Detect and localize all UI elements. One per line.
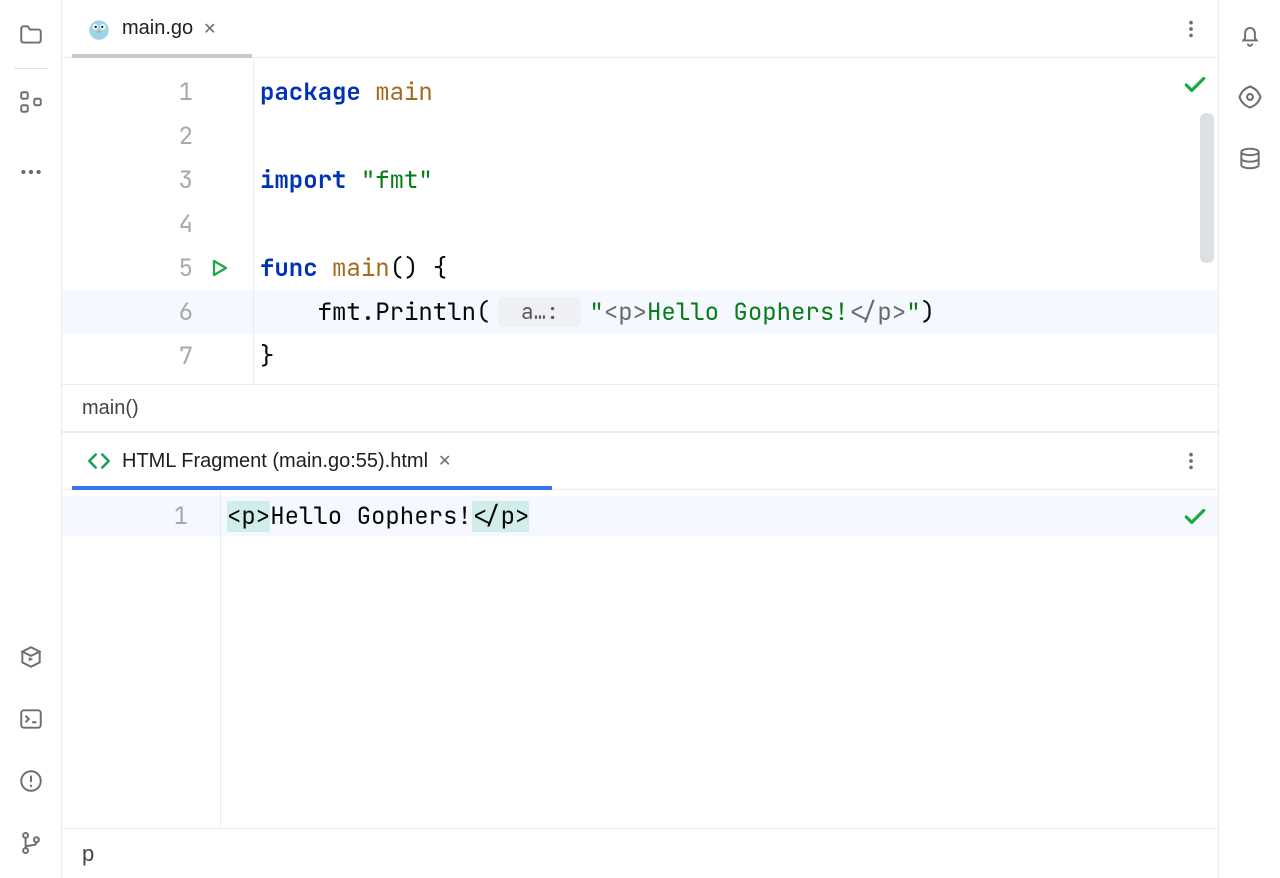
scrollbar[interactable] — [1200, 113, 1214, 263]
parameter-hint: a…: — [498, 297, 581, 327]
more-horizontal-icon[interactable] — [14, 155, 48, 189]
close-icon[interactable]: ✕ — [203, 19, 216, 39]
line-number: 4 — [62, 202, 253, 246]
run-gutter-icon[interactable] — [207, 246, 231, 290]
gutter: 1 — [62, 490, 221, 828]
code-area[interactable]: <p>Hello Gophers!</p> — [221, 490, 1218, 828]
problems-icon[interactable] — [14, 764, 48, 798]
close-icon[interactable]: ✕ — [438, 451, 451, 471]
html-fragment-icon — [86, 448, 112, 474]
top-tab-bar: main.go ✕ — [62, 0, 1218, 58]
inspection-check-icon[interactable] — [1182, 504, 1208, 530]
code-line[interactable]: import "fmt" — [260, 158, 433, 202]
tab-label: main.go — [122, 17, 193, 40]
tab-more-vertical-icon[interactable] — [1174, 444, 1208, 478]
database-icon[interactable] — [1233, 142, 1267, 176]
line-number: 6 — [62, 290, 253, 334]
code-area[interactable]: package main import "fmt" func main() { fm… — [254, 58, 1218, 384]
breadcrumb[interactable]: main() — [62, 384, 1218, 432]
bottom-tab-bar: HTML Fragment (main.go:55).html ✕ — [62, 432, 1218, 490]
project-folder-icon[interactable] — [14, 18, 48, 52]
line-number: 1 — [62, 70, 253, 114]
vcs-branch-icon[interactable] — [14, 826, 48, 860]
line-number: 7 — [62, 334, 253, 378]
right-tool-strip — [1218, 0, 1280, 878]
tab-more-vertical-icon[interactable] — [1174, 12, 1208, 46]
tab-label: HTML Fragment (main.go:55).html — [122, 450, 428, 473]
code-line[interactable]: func main() { — [260, 246, 447, 290]
gutter: 1234567 — [62, 58, 254, 384]
go-editor[interactable]: 1234567 package main import "fmt" func mai… — [62, 58, 1218, 384]
code-line[interactable]: } — [260, 334, 274, 378]
divider — [14, 68, 48, 69]
breadcrumb[interactable]: p — [62, 828, 1218, 878]
code-line[interactable]: fmt.Println( a…: "<p>Hello Gophers!</p>"… — [260, 290, 935, 334]
structure-icon[interactable] — [14, 85, 48, 119]
terminal-icon[interactable] — [14, 702, 48, 736]
breadcrumb-label: p — [82, 841, 94, 867]
html-fragment-editor[interactable]: 1 <p>Hello Gophers!</p> — [62, 490, 1218, 828]
run-tool-icon[interactable] — [14, 640, 48, 674]
inspection-check-icon[interactable] — [1182, 72, 1208, 98]
left-tool-strip — [0, 0, 62, 878]
code-line[interactable]: <p>Hello Gophers!</p> — [227, 496, 529, 536]
ai-assistant-icon[interactable] — [1233, 80, 1267, 114]
tab-html-fragment[interactable]: HTML Fragment (main.go:55).html ✕ — [72, 433, 465, 489]
line-number: 1 — [174, 496, 188, 536]
editor-area: main.go ✕ 1234567 package main import "fm… — [62, 0, 1218, 878]
breadcrumb-label: main() — [82, 397, 139, 420]
notifications-bell-icon[interactable] — [1233, 18, 1267, 52]
line-number: 3 — [62, 158, 253, 202]
go-file-icon — [86, 16, 112, 42]
line-number: 2 — [62, 114, 253, 158]
tab-main-go[interactable]: main.go ✕ — [72, 0, 231, 57]
code-line[interactable]: package main — [260, 70, 433, 114]
